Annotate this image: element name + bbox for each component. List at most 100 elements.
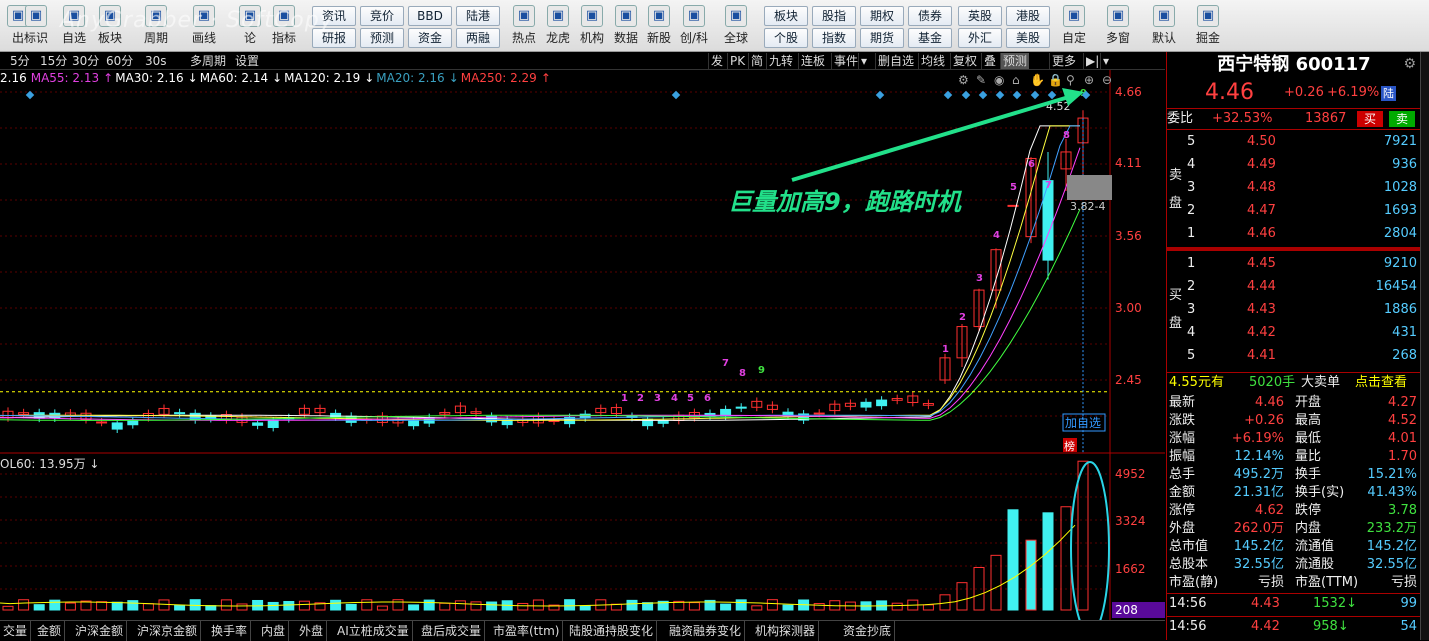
- bottom-button-4[interactable]: 个股: [764, 28, 808, 48]
- indicator-tab-5[interactable]: 内盘: [258, 621, 290, 641]
- toolbar-13-button[interactable]: ▣ 创/科: [676, 2, 712, 50]
- indicator-tab-10[interactable]: 陆股通持股变化: [566, 621, 658, 641]
- ask-row-1[interactable]: 1 4.46 2804: [1167, 224, 1421, 244]
- chart-tool-9[interactable]: 复权: [950, 53, 979, 69]
- chart-tool-12[interactable]: 更多: [1049, 53, 1078, 69]
- top-button-9[interactable]: 港股: [1006, 6, 1050, 26]
- buy-button[interactable]: 买: [1357, 111, 1383, 127]
- chart-tool-10[interactable]: 叠: [981, 53, 998, 69]
- indicator-tab-0[interactable]: 交量: [0, 621, 32, 641]
- bottom-button-2[interactable]: 资金: [408, 28, 452, 48]
- chart-tool-icon[interactable]: ✋: [1030, 73, 1045, 87]
- chart-tool-icon[interactable]: ✎: [976, 73, 986, 87]
- toolbar-3-button[interactable]: ▣ 板块: [92, 2, 128, 50]
- bottom-button-0[interactable]: 研报: [312, 28, 356, 48]
- indicator-tab-8[interactable]: 盘后成交量: [418, 621, 486, 641]
- bottom-button-3[interactable]: 两融: [456, 28, 500, 48]
- bid-row-4[interactable]: 4 4.42 431: [1167, 323, 1421, 343]
- gear-icon[interactable]: ⚙: [1403, 56, 1416, 72]
- chart-tool-0[interactable]: 发: [708, 53, 725, 69]
- bottom-button-7[interactable]: 基金: [908, 28, 952, 48]
- toolbar-15-button[interactable]: ▣ 自定: [1056, 2, 1092, 50]
- chart-tool-2[interactable]: 简: [748, 53, 765, 69]
- bid-row-5[interactable]: 5 4.41 268: [1167, 346, 1421, 366]
- chart-tool-8[interactable]: 均线: [918, 53, 947, 69]
- indicator-tab-3[interactable]: 沪深京金额: [134, 621, 202, 641]
- chevron-down-icon[interactable]: ▾: [1100, 53, 1111, 69]
- indicator-tab-13[interactable]: 资金抄底: [840, 621, 896, 641]
- ask-row-2[interactable]: 2 4.47 1693: [1167, 201, 1421, 221]
- kline-chart[interactable]: 4.664.113.563.002.454952332416622081 2 3 4 5…: [0, 70, 1165, 620]
- toolbar-10-button[interactable]: ▣ 机构: [574, 2, 610, 50]
- top-button-7[interactable]: 债券: [908, 6, 952, 26]
- bottom-button-1[interactable]: 预测: [360, 28, 404, 48]
- toolbar-8-button[interactable]: ▣ 热点: [506, 2, 542, 50]
- bid-row-3[interactable]: 3 4.43 1886: [1167, 300, 1421, 320]
- bottom-button-6[interactable]: 期货: [860, 28, 904, 48]
- chart-tool-icon[interactable]: ⊕: [1084, 73, 1094, 87]
- bottom-button-8[interactable]: 外汇: [958, 28, 1002, 48]
- period-4[interactable]: 30s: [145, 52, 167, 70]
- period-6[interactable]: 设置: [235, 52, 259, 70]
- toolbar-1-button[interactable]: ▣ 标识: [18, 2, 54, 50]
- toolbar-11-button[interactable]: ▣ 数据: [608, 2, 644, 50]
- chart-tool-icon[interactable]: ⊖: [1102, 73, 1112, 87]
- chart-tool-icon[interactable]: ◉: [994, 73, 1004, 87]
- indicator-tab-7[interactable]: AI立桩成交量: [334, 621, 413, 641]
- ask-row-4[interactable]: 4 4.49 936: [1167, 155, 1421, 175]
- ask-row-3[interactable]: 3 4.48 1028: [1167, 178, 1421, 198]
- toolbar-4-button[interactable]: ▣ 周期: [138, 2, 174, 50]
- top-button-6[interactable]: 期权: [860, 6, 904, 26]
- chart-tool-3[interactable]: 九转: [766, 53, 795, 69]
- chart-tool-icon[interactable]: ⚲: [1066, 73, 1075, 87]
- period-2[interactable]: 30分: [72, 52, 99, 70]
- chart-tool-5[interactable]: 事件: [831, 53, 860, 69]
- toolbar-16-button[interactable]: ▣ 多窗: [1100, 2, 1136, 50]
- toolbar-18-button[interactable]: ▣ 掘金: [1190, 2, 1226, 50]
- indicator-tab-2[interactable]: 沪深金额: [72, 621, 128, 641]
- period-3[interactable]: 60分: [106, 52, 133, 70]
- sell-button[interactable]: 卖: [1389, 111, 1415, 127]
- period-0[interactable]: 5分: [10, 52, 30, 70]
- big-order-link[interactable]: 点击查看: [1355, 373, 1407, 393]
- top-button-0[interactable]: 资讯: [312, 6, 356, 26]
- bottom-button-9[interactable]: 美股: [1006, 28, 1050, 48]
- chart-tool-1[interactable]: PK: [727, 53, 747, 69]
- top-button-8[interactable]: 英股: [958, 6, 1002, 26]
- period-5[interactable]: 多周期: [190, 52, 226, 70]
- indicator-tab-4[interactable]: 换手率: [208, 621, 252, 641]
- chart-tool-11[interactable]: 预测: [1000, 53, 1030, 69]
- toolbar-6-button[interactable]: ▣ 论: [232, 2, 268, 50]
- chart-tool-7[interactable]: 删自选: [875, 53, 916, 69]
- chart-tool-icon[interactable]: 🔒: [1048, 73, 1063, 87]
- indicator-tab-6[interactable]: 外盘: [296, 621, 328, 641]
- toolbar-9-button[interactable]: ▣ 龙虎: [540, 2, 576, 50]
- top-button-5[interactable]: 股指: [812, 6, 856, 26]
- bid-row-1[interactable]: 1 4.45 9210: [1167, 254, 1421, 274]
- panel-toggle-icon[interactable]: ▶|: [1083, 53, 1101, 69]
- indicator-tab-11[interactable]: 融资融券变化: [666, 621, 746, 641]
- top-button-4[interactable]: 板块: [764, 6, 808, 26]
- toolbar-12-button[interactable]: ▣ 新股: [641, 2, 677, 50]
- bid-row-2[interactable]: 2 4.44 16454: [1167, 277, 1421, 297]
- top-button-2[interactable]: BBD: [408, 6, 452, 26]
- chart-tool-6[interactable]: ▾: [858, 53, 869, 69]
- top-button-1[interactable]: 竞价: [360, 6, 404, 26]
- big-order-row[interactable]: 4.55元有 5020手 大卖单 点击查看: [1167, 372, 1421, 392]
- bid-level: 3: [1187, 302, 1196, 317]
- indicator-tab-12[interactable]: 机构探测器: [752, 621, 820, 641]
- ask-row-5[interactable]: 5 4.50 7921: [1167, 132, 1421, 152]
- toolbar-5-button[interactable]: ▣ 画线: [186, 2, 222, 50]
- toolbar-14-button[interactable]: ▣ 全球: [718, 2, 754, 50]
- indicator-tab-1[interactable]: 金额: [34, 621, 66, 641]
- toolbar-2-button[interactable]: ▣ 自选: [56, 2, 92, 50]
- chart-tool-4[interactable]: 连板: [798, 53, 827, 69]
- period-1[interactable]: 15分: [40, 52, 67, 70]
- toolbar-17-button[interactable]: ▣ 默认: [1146, 2, 1182, 50]
- bottom-button-5[interactable]: 指数: [812, 28, 856, 48]
- indicator-tab-9[interactable]: 市盈率(ttm): [490, 621, 564, 641]
- top-button-3[interactable]: 陆港: [456, 6, 500, 26]
- chart-tool-icon[interactable]: ⌂: [1012, 73, 1020, 87]
- chart-tool-icon[interactable]: ⚙: [958, 73, 969, 87]
- toolbar-7-button[interactable]: ▣ 指标: [266, 2, 302, 50]
